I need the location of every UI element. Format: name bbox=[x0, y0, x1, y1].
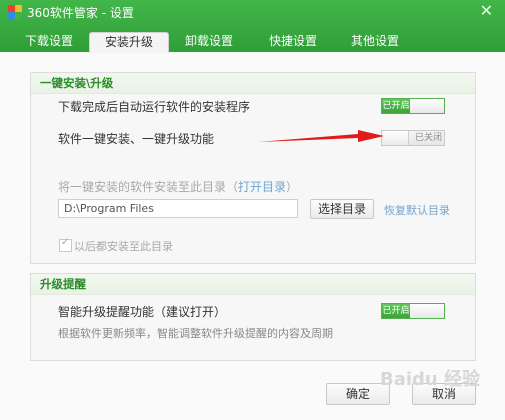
watermark: Baidu 经验 bbox=[380, 369, 481, 390]
upgrade-group-title: 升级提醒 bbox=[31, 274, 475, 295]
tab-download-settings[interactable]: 下载设置 bbox=[12, 32, 86, 52]
install-dir-caption: 将一键安装的软件安装至此目录（打开目录） bbox=[58, 180, 299, 194]
smart-upgrade-toggle[interactable]: 已开启 bbox=[381, 303, 445, 319]
one-click-state: 已关闭 bbox=[414, 133, 442, 143]
install-group-title: 一键安装\升级 bbox=[31, 73, 475, 94]
choose-dir-button[interactable]: 选择目录 bbox=[310, 199, 374, 219]
auto-run-state: 已开启 bbox=[382, 99, 410, 113]
annotation-arrow-icon bbox=[258, 130, 384, 142]
close-icon[interactable]: ✕ bbox=[480, 1, 493, 20]
one-click-toggle[interactable]: 已关闭 bbox=[381, 130, 445, 146]
title-bar: 360软件管家 - 设置 ✕ 下载设置 安装升级 卸载设置 快捷设置 其他设置 bbox=[0, 0, 505, 53]
auto-run-toggle[interactable]: 已开启 bbox=[381, 98, 445, 114]
app-logo-icon bbox=[8, 5, 22, 19]
tab-shortcut-settings[interactable]: 快捷设置 bbox=[256, 32, 330, 52]
tab-uninstall-settings[interactable]: 卸载设置 bbox=[172, 32, 246, 52]
restore-default-link[interactable]: 恢复默认目录 bbox=[384, 202, 450, 218]
smart-upgrade-desc: 根据软件更新频率，智能调整软件升级提醒的内容及周期 bbox=[58, 327, 333, 340]
one-click-label: 软件一键安装、一键升级功能 bbox=[58, 132, 215, 146]
tab-bar: 下载设置 安装升级 卸载设置 快捷设置 其他设置 bbox=[12, 32, 492, 53]
install-path-input[interactable] bbox=[58, 199, 298, 218]
open-dir-link[interactable]: 打开目录 bbox=[238, 180, 286, 194]
smart-upgrade-state: 已开启 bbox=[382, 304, 410, 318]
smart-upgrade-label: 智能升级提醒功能（建议打开） bbox=[58, 305, 227, 319]
tab-other-settings[interactable]: 其他设置 bbox=[338, 32, 412, 52]
window-title: 360软件管家 - 设置 bbox=[27, 6, 134, 20]
always-install-label: 以后都安装至此目录 bbox=[74, 240, 173, 253]
tab-install-upgrade[interactable]: 安装升级 bbox=[89, 32, 169, 53]
settings-window: 360软件管家 - 设置 ✕ 下载设置 安装升级 卸载设置 快捷设置 其他设置 … bbox=[0, 0, 505, 420]
auto-run-label: 下载完成后自动运行软件的安装程序 bbox=[58, 100, 251, 114]
always-install-checkbox[interactable] bbox=[59, 237, 72, 252]
